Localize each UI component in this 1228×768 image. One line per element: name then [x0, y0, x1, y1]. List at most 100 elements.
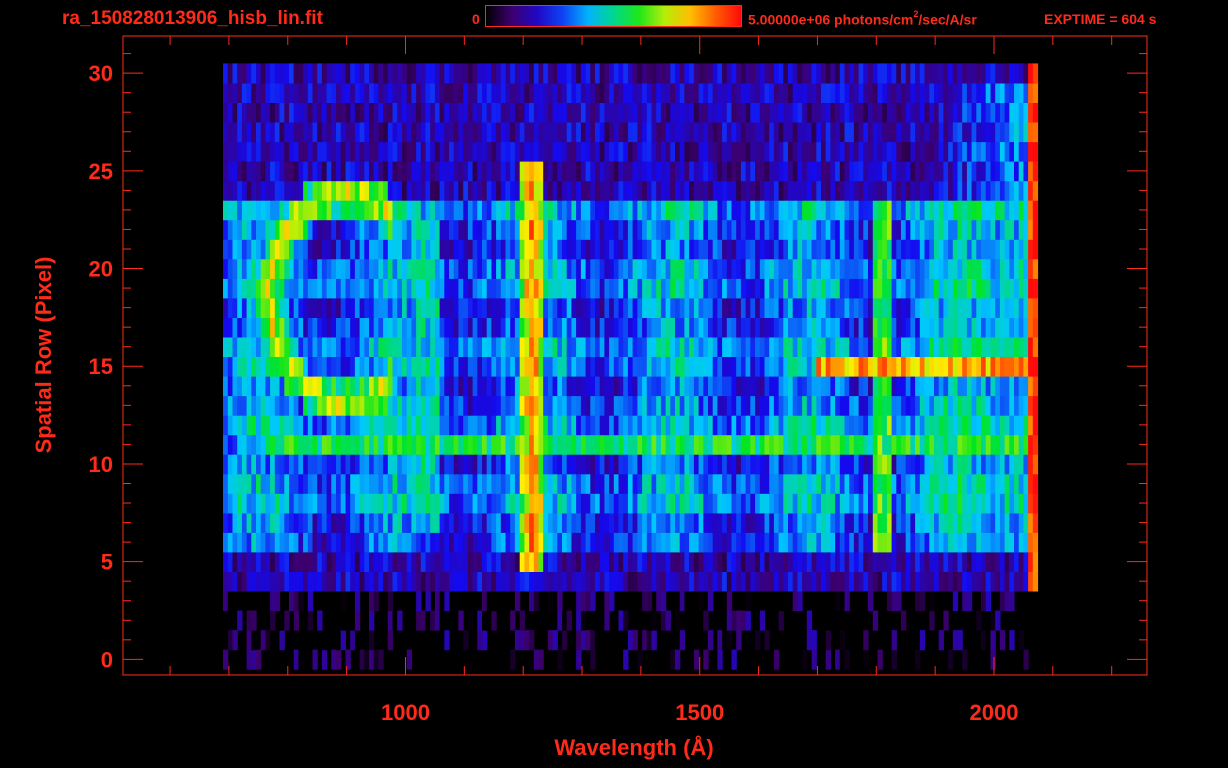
heatmap-cell: [811, 297, 817, 318]
heatmap-cell: [929, 219, 935, 240]
heatmap-cell: [590, 395, 596, 416]
heatmap-cell: [660, 532, 667, 553]
heatmap-cell: [223, 571, 229, 592]
heatmap-cell: [364, 258, 370, 279]
heatmap-cell: [901, 415, 907, 436]
heatmap-cell: [797, 219, 803, 240]
heatmap-cell: [646, 395, 653, 416]
heatmap-cell: [976, 551, 982, 572]
heatmap-cell: [317, 532, 323, 553]
heatmap-cell: [303, 395, 309, 416]
heatmap-cell: [646, 278, 653, 299]
heatmap-cell: [1004, 141, 1010, 162]
heatmap-cell: [858, 512, 864, 533]
heatmap-cell: [354, 376, 361, 397]
heatmap-cell: [256, 336, 262, 357]
heatmap-cell: [566, 493, 572, 514]
heatmap-cell: [665, 122, 671, 143]
heatmap-cell: [576, 82, 582, 103]
heatmap-cell: [482, 161, 488, 182]
heatmap-cell: [863, 258, 869, 279]
heatmap-cell: [326, 336, 332, 357]
heatmap-cell: [350, 278, 356, 299]
heatmap-cell: [835, 551, 841, 572]
heatmap-cell: [844, 239, 850, 260]
heatmap-cell: [307, 278, 314, 299]
heatmap-cell: [463, 630, 469, 651]
heatmap-cell: [580, 532, 587, 553]
heatmap-cell: [265, 219, 271, 240]
heatmap-cell: [675, 551, 681, 572]
heatmap-cell: [256, 571, 262, 592]
heatmap-cell: [566, 239, 572, 260]
heatmap-cell: [307, 376, 314, 397]
heatmap-cell: [863, 649, 869, 670]
heatmap-cell: [232, 180, 238, 201]
heatmap-cell: [317, 376, 323, 397]
heatmap-cell: [317, 297, 323, 318]
heatmap-cell: [948, 122, 954, 143]
heatmap-cell: [703, 161, 709, 182]
heatmap-cell: [227, 200, 234, 221]
heatmap-cell: [755, 434, 761, 455]
heatmap-cell: [402, 297, 408, 318]
heatmap-cell: [670, 180, 676, 201]
heatmap-cell: [557, 434, 563, 455]
heatmap-cell: [976, 415, 982, 436]
heatmap-cell: [646, 571, 653, 592]
heatmap-cell: [496, 454, 502, 475]
heatmap-cell: [675, 376, 681, 397]
heatmap-cell: [430, 161, 436, 182]
heatmap-cell: [971, 180, 977, 201]
heatmap-cell: [279, 376, 285, 397]
heatmap-cell: [613, 317, 620, 338]
heatmap-cell: [326, 297, 332, 318]
heatmap-cell: [538, 532, 544, 553]
heatmap-cell: [896, 473, 902, 494]
heatmap-cell: [227, 415, 234, 436]
heatmap-cell: [684, 200, 690, 221]
heatmap-cell: [849, 239, 855, 260]
heatmap-cell: [816, 415, 822, 436]
heatmap-cell: [336, 571, 342, 592]
heatmap-cell: [364, 278, 370, 299]
heatmap-cell: [397, 376, 403, 397]
heatmap-cell: [665, 82, 671, 103]
heatmap-cell: [637, 63, 643, 84]
heatmap-cell: [317, 571, 323, 592]
heatmap-cell: [552, 512, 558, 533]
heatmap-cell: [604, 551, 610, 572]
heatmap-cell: [806, 122, 813, 143]
heatmap-cell: [627, 473, 634, 494]
heatmap-cell: [1004, 473, 1010, 494]
heatmap-cell: [453, 63, 459, 84]
heatmap-cell: [425, 376, 431, 397]
heatmap-cell: [477, 551, 483, 572]
heatmap-cell: [910, 473, 916, 494]
heatmap-cell: [298, 239, 304, 260]
heatmap-cell: [736, 376, 742, 397]
heatmap-cell: [378, 122, 384, 143]
heatmap-cell: [298, 141, 304, 162]
heatmap-cell: [835, 591, 841, 612]
heatmap-cell: [571, 336, 577, 357]
heatmap-cell: [745, 512, 751, 533]
heatmap-cell: [656, 200, 662, 221]
heatmap-cell: [519, 551, 525, 572]
heatmap-cell: [886, 512, 893, 533]
heatmap-cell: [675, 161, 681, 182]
heatmap-cell: [383, 356, 389, 377]
heatmap-cell: [604, 356, 610, 377]
heatmap-cell: [722, 82, 728, 103]
heatmap-cell: [872, 258, 879, 279]
heatmap-cell: [369, 180, 375, 201]
heatmap-cell: [326, 493, 332, 514]
heatmap-cell: [740, 219, 747, 240]
heatmap-cell: [858, 532, 864, 553]
heatmap-cell: [985, 356, 991, 377]
heatmap-cell: [726, 219, 733, 240]
heatmap-cell: [580, 141, 587, 162]
heatmap-cell: [712, 122, 718, 143]
heatmap-cell: [613, 415, 620, 436]
heatmap-cell: [524, 415, 530, 436]
